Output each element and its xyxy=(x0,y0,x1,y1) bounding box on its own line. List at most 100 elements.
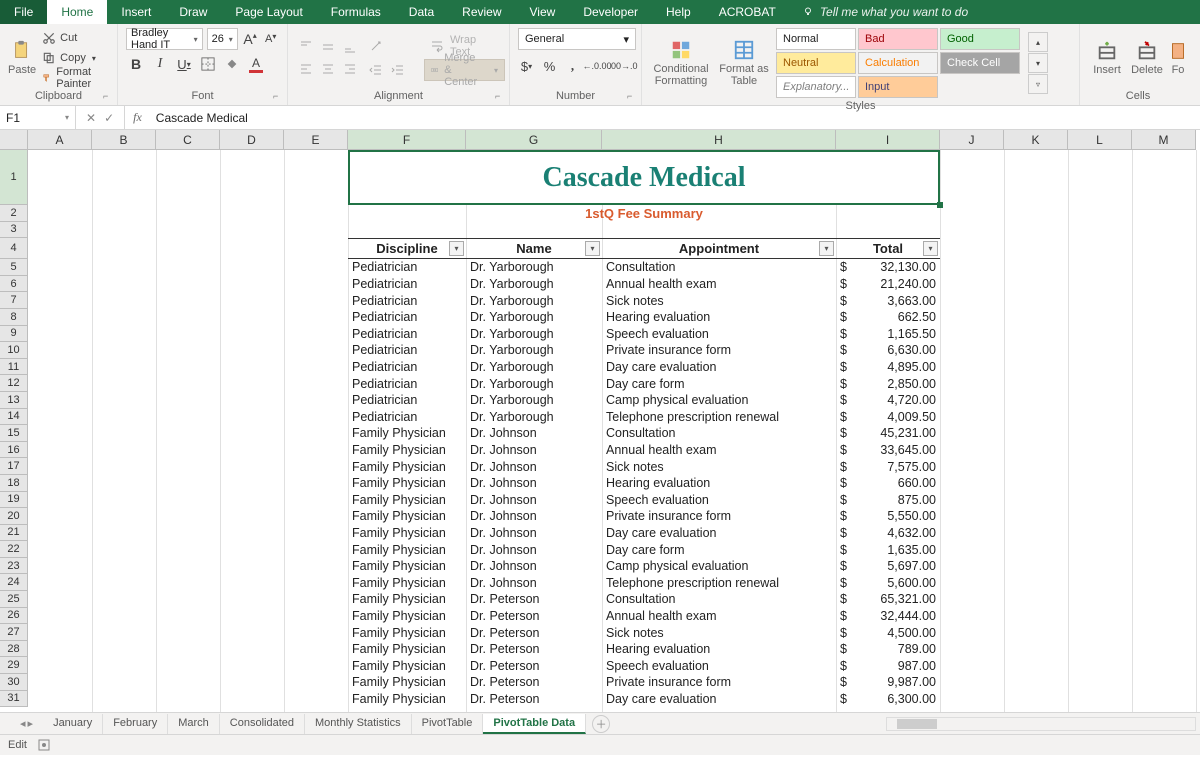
macro-record-icon[interactable] xyxy=(37,738,51,752)
row-header-19[interactable]: 19 xyxy=(0,492,28,509)
cell-appointment[interactable]: Sick notes xyxy=(606,624,836,641)
cell-appointment[interactable]: Telephone prescription renewal xyxy=(606,575,836,592)
cell-currency[interactable]: $ xyxy=(840,641,852,658)
cell-total[interactable]: 4,009.50 xyxy=(852,409,940,426)
fill-color-button[interactable] xyxy=(222,54,242,74)
cell-total[interactable]: 32,444.00 xyxy=(852,608,940,625)
cell-name[interactable]: Dr. Peterson xyxy=(470,608,602,625)
cell-total[interactable]: 4,895.00 xyxy=(852,359,940,376)
delete-cells-button[interactable]: Delete xyxy=(1128,30,1166,86)
row-header-23[interactable]: 23 xyxy=(0,558,28,575)
cell-name[interactable]: Dr. Yarborough xyxy=(470,292,602,309)
merge-center-button[interactable]: Merge & Center▾ xyxy=(424,59,505,81)
cell-currency[interactable]: $ xyxy=(840,375,852,392)
cell-currency[interactable]: $ xyxy=(840,442,852,459)
cell-appointment[interactable]: Hearing evaluation xyxy=(606,309,836,326)
cell-name[interactable]: Dr. Johnson xyxy=(470,492,602,509)
cell-currency[interactable]: $ xyxy=(840,624,852,641)
paste-button[interactable]: Paste xyxy=(8,30,36,86)
row-header-16[interactable]: 16 xyxy=(0,442,28,459)
sheet-nav-last[interactable]: ▸ xyxy=(28,717,34,730)
cell-appointment[interactable]: Day care form xyxy=(606,541,836,558)
row-header-27[interactable]: 27 xyxy=(0,624,28,641)
cell-total[interactable]: 9,987.00 xyxy=(852,674,940,691)
cancel-icon[interactable]: ✕ xyxy=(86,111,96,125)
cell-appointment[interactable]: Day care evaluation xyxy=(606,691,836,708)
cell-discipline[interactable]: Family Physician xyxy=(352,558,466,575)
horizontal-scrollbar[interactable] xyxy=(886,717,1196,731)
styles-scroll-down[interactable]: ▾ xyxy=(1028,53,1048,73)
accounting-format-button[interactable]: $▾ xyxy=(518,56,535,76)
cell-appointment[interactable]: Speech evaluation xyxy=(606,492,836,509)
cell-currency[interactable]: $ xyxy=(840,425,852,442)
cell-name[interactable]: Dr. Johnson xyxy=(470,525,602,542)
cell-appointment[interactable]: Day care form xyxy=(606,375,836,392)
row-header-1[interactable]: 1 xyxy=(0,150,28,205)
cell-discipline[interactable]: Pediatrician xyxy=(352,259,466,276)
cell-name[interactable]: Dr. Yarborough xyxy=(470,375,602,392)
row-header-5[interactable]: 5 xyxy=(0,259,28,276)
cell-appointment[interactable]: Camp physical evaluation xyxy=(606,558,836,575)
cell-currency[interactable]: $ xyxy=(840,508,852,525)
cell-name[interactable]: Dr. Yarborough xyxy=(470,309,602,326)
tab-developer[interactable]: Developer xyxy=(569,0,652,24)
cell-total[interactable]: 5,697.00 xyxy=(852,558,940,575)
sheet-tab-pivottable[interactable]: PivotTable xyxy=(412,714,484,734)
row-header-28[interactable]: 28 xyxy=(0,641,28,658)
cell-discipline[interactable]: Pediatrician xyxy=(352,342,466,359)
row-header-26[interactable]: 26 xyxy=(0,608,28,625)
sheet-tab-pivottable-data[interactable]: PivotTable Data xyxy=(483,714,586,734)
filter-discipline[interactable]: ▾ xyxy=(449,241,464,256)
conditional-formatting-button[interactable]: Conditional Formatting xyxy=(650,35,712,91)
cell-discipline[interactable]: Family Physician xyxy=(352,691,466,708)
cell-appointment[interactable]: Hearing evaluation xyxy=(606,641,836,658)
style-neutral[interactable]: Neutral xyxy=(776,52,856,74)
format-painter-button[interactable]: Format Painter xyxy=(42,69,109,87)
worksheet-grid[interactable]: ABCDEFGHIJKLM 12345678910111213141516171… xyxy=(0,130,1200,712)
row-header-9[interactable]: 9 xyxy=(0,326,28,343)
cell-name[interactable]: Dr. Peterson xyxy=(470,674,602,691)
cell-name[interactable]: Dr. Yarborough xyxy=(470,326,602,343)
column-header-H[interactable]: H xyxy=(602,130,836,150)
cell-discipline[interactable]: Family Physician xyxy=(352,508,466,525)
cell-discipline[interactable]: Family Physician xyxy=(352,492,466,509)
tab-draw[interactable]: Draw xyxy=(165,0,221,24)
cell-currency[interactable]: $ xyxy=(840,492,852,509)
cell-discipline[interactable]: Pediatrician xyxy=(352,409,466,426)
row-header-17[interactable]: 17 xyxy=(0,458,28,475)
cell-currency[interactable]: $ xyxy=(840,409,852,426)
cell-total[interactable]: 21,240.00 xyxy=(852,276,940,293)
orientation-button[interactable] xyxy=(366,36,386,56)
cell-name[interactable]: Dr. Peterson xyxy=(470,591,602,608)
cell-currency[interactable]: $ xyxy=(840,475,852,492)
format-as-table-button[interactable]: Format as Table xyxy=(718,35,770,91)
alignment-grid[interactable] xyxy=(296,37,360,79)
row-header-14[interactable]: 14 xyxy=(0,409,28,426)
column-header-F[interactable]: F xyxy=(348,130,466,150)
comma-button[interactable]: , xyxy=(564,56,581,76)
cell-currency[interactable]: $ xyxy=(840,525,852,542)
number-format-combo[interactable]: General▾ xyxy=(518,28,636,50)
insert-cells-button[interactable]: Insert xyxy=(1088,30,1126,86)
cell-appointment[interactable]: Day care evaluation xyxy=(606,525,836,542)
alignment-launcher[interactable]: ⌐ xyxy=(495,91,507,103)
row-header-2[interactable]: 2 xyxy=(0,205,28,222)
cell-currency[interactable]: $ xyxy=(840,658,852,675)
row-header-15[interactable]: 15 xyxy=(0,425,28,442)
cell-total[interactable]: 6,300.00 xyxy=(852,691,940,708)
style-explanatory[interactable]: Explanatory... xyxy=(776,76,856,98)
cell-currency[interactable]: $ xyxy=(840,392,852,409)
cell-total[interactable]: 875.00 xyxy=(852,492,940,509)
cell-appointment[interactable]: Day care evaluation xyxy=(606,359,836,376)
row-header-11[interactable]: 11 xyxy=(0,359,28,376)
tab-file[interactable]: File xyxy=(0,0,47,24)
cell-name[interactable]: Dr. Yarborough xyxy=(470,409,602,426)
cell-appointment[interactable]: Annual health exam xyxy=(606,276,836,293)
cell-total[interactable]: 1,635.00 xyxy=(852,541,940,558)
cell-appointment[interactable]: Hearing evaluation xyxy=(606,475,836,492)
cell-appointment[interactable]: Annual health exam xyxy=(606,608,836,625)
cell-discipline[interactable]: Family Physician xyxy=(352,475,466,492)
row-header-25[interactable]: 25 xyxy=(0,591,28,608)
tab-data[interactable]: Data xyxy=(395,0,448,24)
column-header-J[interactable]: J xyxy=(940,130,1004,150)
